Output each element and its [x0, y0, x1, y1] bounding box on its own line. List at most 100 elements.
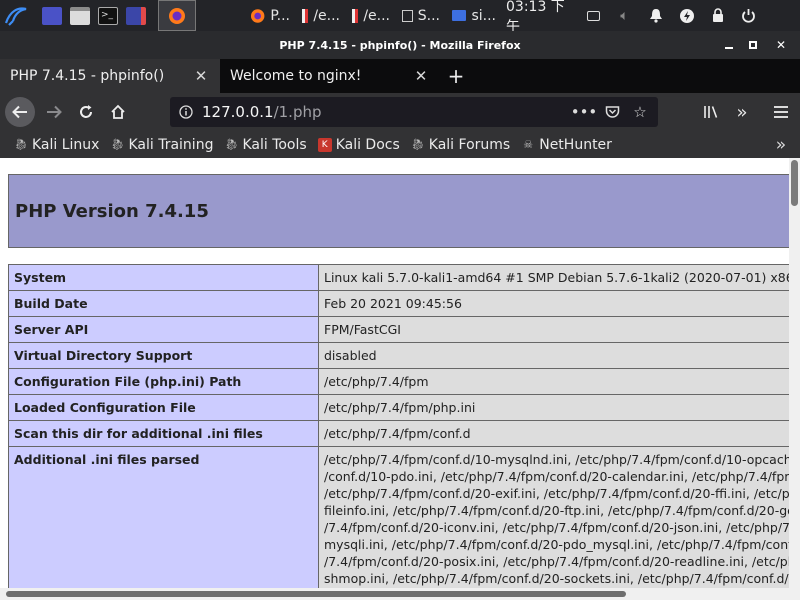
ini-files-line: /7.4/fpm/conf.d/20-iconv.ini, /etc/php/7…: [324, 520, 789, 535]
home-icon[interactable]: [102, 96, 134, 128]
screenshot-icon[interactable]: [122, 0, 150, 31]
tab-phpinfo[interactable]: PHP 7.4.15 - phpinfo() ✕: [0, 59, 220, 93]
navigation-toolbar: 127.0.0.1/1.php ••• ☆ »: [0, 93, 800, 131]
task-label: /e...: [313, 7, 340, 24]
task-label: S...: [417, 7, 440, 24]
info-value: FPM/FastCGI: [318, 316, 789, 343]
info-value: /etc/php/7.4/fpm: [318, 368, 789, 395]
task-label: /e...: [363, 7, 390, 24]
bookmarks-overflow-chevron-icon[interactable]: »: [770, 131, 792, 158]
library-icon[interactable]: [695, 96, 727, 128]
bookmark-kali-tools[interactable]: 🐉︎ Kali Tools: [224, 137, 306, 153]
bookmark-kali-linux[interactable]: 🐉︎ Kali Linux: [14, 137, 99, 153]
info-value: /etc/php/7.4/fpm/conf.d: [318, 420, 789, 447]
horizontal-scrollbar[interactable]: [0, 588, 800, 600]
firefox-launcher-icon[interactable]: [158, 0, 196, 31]
info-value-ini-files: /etc/php/7.4/fpm/conf.d/10-mysqlnd.ini, …: [318, 446, 789, 588]
overflow-chevron-icon[interactable]: »: [726, 96, 758, 128]
table-row: Virtual Directory Support disabled: [8, 342, 789, 369]
bookmark-label: Kali Docs: [335, 136, 400, 153]
table-row: Loaded Configuration File /etc/php/7.4/f…: [8, 394, 789, 421]
kali-docs-icon: K: [317, 137, 332, 152]
page-actions-icon[interactable]: •••: [571, 97, 598, 127]
forward-arrow-icon[interactable]: [38, 96, 70, 128]
tab-nginx[interactable]: Welcome to nginx! ✕: [220, 59, 440, 93]
url-path: /1.php: [273, 103, 322, 121]
kali-dragon-icon: 🐉︎: [110, 138, 125, 151]
info-key: System: [8, 264, 319, 291]
url-bar[interactable]: 127.0.0.1/1.php ••• ☆: [170, 97, 658, 127]
vertical-scrollbar[interactable]: [789, 158, 800, 588]
info-value: Linux kali 5.7.0-kali1-amd64 #1 SMP Debi…: [318, 264, 789, 291]
firefox-icon: [250, 8, 265, 23]
volume-icon[interactable]: 🔈︎: [609, 8, 640, 24]
horizontal-scroll-thumb[interactable]: [6, 591, 626, 597]
pocket-icon[interactable]: [600, 97, 624, 127]
file-manager-icon[interactable]: [66, 0, 94, 31]
terminal-icon: [402, 9, 413, 22]
window-titlebar[interactable]: PHP 7.4.15 - phpinfo() - Mozilla Firefox…: [0, 31, 800, 59]
url-host: 127.0.0.1: [202, 103, 274, 121]
notification-bell-icon[interactable]: [640, 8, 671, 23]
bookmark-label: Kali Tools: [242, 136, 307, 153]
table-row: Scan this dir for additional .ini files …: [8, 420, 789, 447]
show-desktop-icon[interactable]: [38, 0, 66, 31]
new-tab-plus-icon[interactable]: +: [440, 59, 472, 93]
bookmark-label: NetHunter: [539, 136, 612, 153]
bookmark-star-icon[interactable]: ☆: [628, 97, 652, 127]
hamburger-menu-icon[interactable]: [765, 96, 797, 128]
bookmark-nethunter[interactable]: ☠︎ NetHunter: [521, 137, 612, 153]
table-row: Server API FPM/FastCGI: [8, 316, 789, 343]
tab-strip: PHP 7.4.15 - phpinfo() ✕ Welcome to ngin…: [0, 59, 800, 93]
minimize-icon[interactable]: [718, 31, 740, 59]
task-label: si...: [471, 7, 496, 24]
php-info-table: System Linux kali 5.7.0-kali1-amd64 #1 S…: [8, 264, 789, 588]
top-panel: >_ P... /e... /e... S... si... 03:13 下午 …: [0, 0, 800, 35]
back-arrow-icon[interactable]: [5, 97, 35, 127]
info-value: /etc/php/7.4/fpm/php.ini: [318, 394, 789, 421]
bookmark-label: Kali Linux: [32, 136, 100, 153]
bookmark-label: Kali Forums: [428, 136, 511, 153]
info-value: Feb 20 2021 09:45:56: [318, 290, 789, 317]
table-row: System Linux kali 5.7.0-kali1-amd64 #1 S…: [8, 264, 789, 291]
task-firefox-window[interactable]: P...: [244, 0, 296, 31]
power-icon[interactable]: [733, 8, 764, 23]
task-folder-window[interactable]: si...: [446, 0, 502, 31]
close-window-icon[interactable]: ✕: [770, 31, 792, 59]
lock-screen-icon[interactable]: [702, 8, 733, 23]
vertical-scroll-thumb[interactable]: [791, 160, 798, 206]
task-label: P...: [270, 7, 290, 24]
task-terminal-window[interactable]: S...: [396, 0, 446, 31]
power-manager-icon[interactable]: [671, 8, 702, 24]
task-editor-window-1[interactable]: /e...: [296, 0, 346, 31]
window-title: PHP 7.4.15 - phpinfo() - Mozilla Firefox: [279, 38, 521, 52]
display-icon[interactable]: [578, 10, 609, 21]
bookmark-kali-forums[interactable]: 🐉︎ Kali Forums: [411, 137, 510, 153]
kali-dragon-icon: 🐉︎: [224, 138, 239, 151]
kali-dragon-icon: 🐉︎: [14, 138, 28, 151]
task-editor-window-2[interactable]: /e...: [346, 0, 396, 31]
info-key: Scan this dir for additional .ini files: [8, 420, 319, 447]
kali-menu-icon[interactable]: [0, 0, 32, 31]
tab-label: Welcome to nginx!: [230, 68, 362, 84]
tab-close-icon[interactable]: ✕: [412, 67, 430, 85]
bookmarks-toolbar: 🐉︎ Kali Linux 🐉︎ Kali Training 🐉︎ Kali T…: [0, 131, 800, 158]
site-info-icon[interactable]: [174, 97, 198, 127]
info-key: Server API: [8, 316, 319, 343]
terminal-icon[interactable]: >_: [94, 0, 122, 31]
url-text: 127.0.0.1/1.php: [202, 103, 322, 121]
ini-files-line: /etc/php/7.4/fpm/conf.d/20-exif.ini, /et…: [324, 486, 789, 501]
nethunter-icon: ☠︎: [523, 138, 534, 151]
ini-files-line: /conf.d/10-pdo.ini, /etc/php/7.4/fpm/con…: [324, 469, 789, 484]
document-icon: [352, 8, 359, 23]
info-key: Build Date: [8, 290, 319, 317]
info-key: Additional .ini files parsed: [8, 446, 319, 588]
bookmark-kali-docs[interactable]: K Kali Docs: [317, 136, 400, 153]
reload-icon[interactable]: [70, 96, 102, 128]
table-row: Configuration File (php.ini) Path /etc/p…: [8, 368, 789, 395]
tab-close-icon[interactable]: ✕: [192, 67, 210, 85]
maximize-icon[interactable]: [742, 31, 764, 59]
php-version-header: PHP Version 7.4.15: [8, 174, 789, 248]
bookmark-kali-training[interactable]: 🐉︎ Kali Training: [110, 137, 213, 153]
kali-dragon-icon: 🐉︎: [410, 138, 425, 151]
